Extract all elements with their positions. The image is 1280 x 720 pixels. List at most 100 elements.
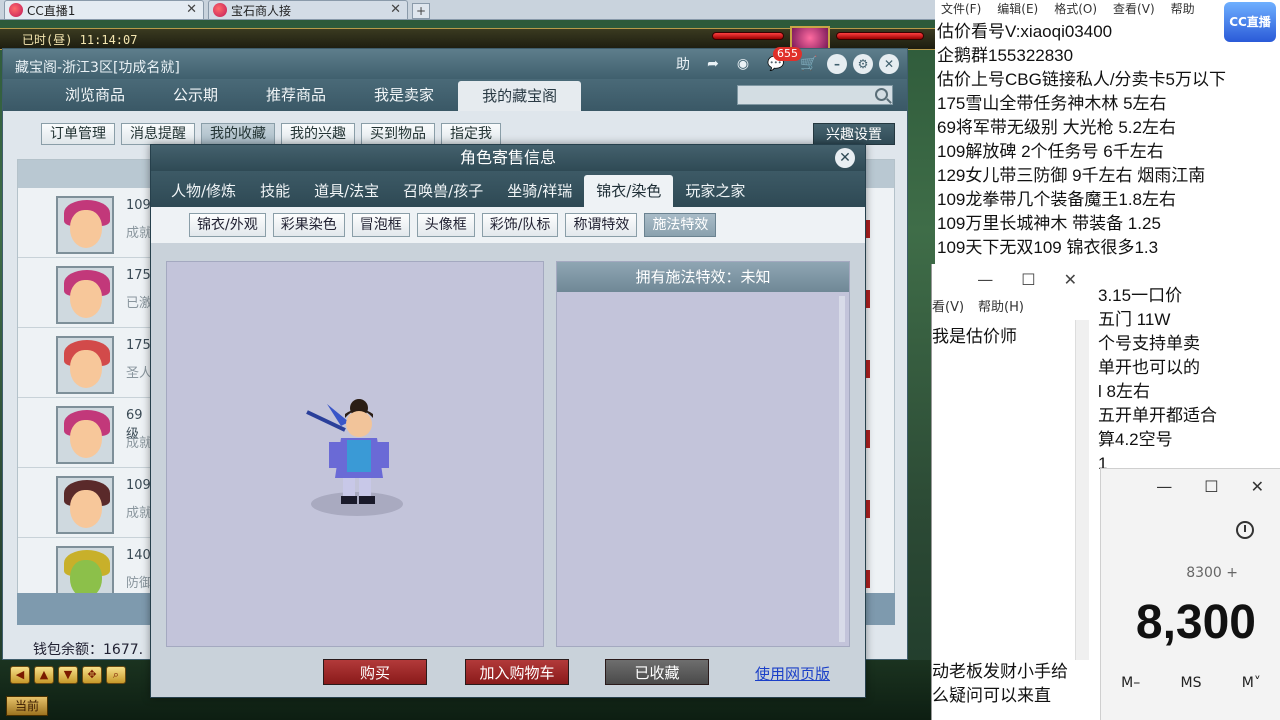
help-button[interactable]: 助	[671, 53, 695, 75]
menu-view[interactable]: 看(V)	[932, 296, 964, 318]
list-item[interactable]: 175 已激	[18, 258, 152, 328]
nav-seller[interactable]: 我是卖家	[350, 79, 458, 111]
text-line: 估价看号V:xiaoqi03400	[937, 22, 1113, 41]
subtab-bubble[interactable]: 冒泡框	[351, 213, 410, 237]
move-icon[interactable]: ✥	[82, 666, 102, 684]
close-icon[interactable]: ✕	[879, 54, 899, 74]
notepad-window-2: — ☐ ✕ 看(V) 帮助(H) 我是估价师 动老板发财小手给 么疑问可以来直	[931, 264, 1089, 720]
tab-purchased[interactable]: 买到物品	[361, 123, 435, 145]
tab-orders[interactable]: 订单管理	[41, 123, 115, 145]
tab-interests[interactable]: 我的兴趣	[281, 123, 355, 145]
maximize-icon[interactable]: ☐	[1204, 477, 1218, 505]
maximize-icon[interactable]: ☐	[1021, 270, 1035, 296]
tab-mounts[interactable]: 坐骑/祥瑞	[495, 175, 584, 207]
close-icon[interactable]: ✕	[835, 148, 855, 168]
arrow-down-icon[interactable]: ▼	[58, 666, 78, 684]
game-clock: 已时(昼) 11:14:07	[22, 33, 138, 47]
text-line: 109天下无双109 锦衣很多1.3	[937, 238, 1159, 257]
close-icon[interactable]: ✕	[1251, 477, 1264, 505]
memory-store-button[interactable]: MS	[1181, 675, 1202, 691]
avatar	[56, 406, 114, 464]
share-icon[interactable]: ➦	[701, 53, 725, 75]
subtab-appearance[interactable]: 锦衣/外观	[189, 213, 266, 237]
tab-home[interactable]: 玩家之家	[673, 175, 757, 207]
menu-format[interactable]: 格式(O)	[1054, 0, 1097, 16]
dialog-actions: 购买 加入购物车 已收藏 使用网页版	[151, 659, 867, 689]
scrollbar[interactable]	[1075, 320, 1089, 660]
interest-settings-button[interactable]: 兴趣设置	[813, 123, 895, 145]
subtab-cast-effect[interactable]: 施法特效	[644, 213, 717, 237]
tab-character[interactable]: 人物/修炼	[159, 175, 248, 207]
cbg-main-nav: 浏览商品 公示期 推荐商品 我是卖家 我的藏宝阁	[3, 79, 907, 111]
nav-browse[interactable]: 浏览商品	[41, 79, 149, 111]
menu-help[interactable]: 帮助	[1171, 0, 1195, 16]
text-line: 么疑问可以来直	[932, 686, 1051, 706]
cast-effect-header: 拥有施法特效：未知	[557, 262, 849, 292]
message-icon[interactable]: 💬 655	[761, 47, 802, 75]
list-item[interactable]: 175 圣人	[18, 328, 152, 398]
avatar	[56, 476, 114, 534]
tab-favorites[interactable]: 我的收藏	[201, 123, 275, 145]
text-line: 个号支持单卖	[1098, 334, 1200, 353]
history-icon[interactable]	[1236, 521, 1254, 539]
list-item[interactable]: 109 成就	[18, 468, 152, 538]
nav-my-cbg[interactable]: 我的藏宝阁	[458, 81, 582, 111]
avatar	[56, 196, 114, 254]
nav-public[interactable]: 公示期	[149, 79, 242, 111]
close-icon[interactable]: ✕	[1064, 270, 1077, 296]
tab-outfits[interactable]: 锦衣/染色	[584, 175, 674, 207]
cc-favicon-icon	[9, 3, 23, 17]
close-icon[interactable]: ✕	[186, 2, 197, 17]
arrow-up-icon[interactable]: ▲	[34, 666, 54, 684]
cbg-title-bar: 藏宝阁-浙江3区[功成名就] 助 ➦ ◉ 💬 655 🛒 – ⚙ ✕	[3, 47, 907, 79]
current-channel-button[interactable]: 当前	[6, 696, 48, 716]
calc-expression: 8300 +	[1186, 565, 1238, 581]
gear-icon[interactable]: ⚙	[853, 54, 873, 74]
minimize-icon[interactable]: —	[977, 270, 993, 296]
memory-minus-button[interactable]: M–	[1121, 675, 1140, 691]
browser-tab-cc[interactable]: CC直播1 ✕	[4, 0, 204, 19]
pet-hp-bar	[712, 32, 784, 40]
close-icon[interactable]: ✕	[390, 2, 401, 17]
text-line: 129女儿带三防御 9千左右 烟雨江南	[937, 166, 1206, 185]
menu-file[interactable]: 文件(F)	[941, 0, 981, 16]
tab-assigned[interactable]: 指定我	[441, 123, 501, 145]
text-line: 175雪山全带任务神木林 5左右	[937, 94, 1167, 113]
add-to-cart-button[interactable]: 加入购物车	[465, 659, 569, 685]
browser-tab-gem[interactable]: 宝石商人接 ✕	[208, 0, 408, 19]
memory-list-button[interactable]: M˅	[1242, 675, 1261, 691]
minimize-icon[interactable]: —	[1156, 477, 1172, 505]
buy-button[interactable]: 购买	[323, 659, 427, 685]
minimize-icon[interactable]: –	[827, 54, 847, 74]
menu-help[interactable]: 帮助(H)	[978, 296, 1024, 318]
tab-pets[interactable]: 召唤兽/孩子	[391, 175, 495, 207]
tab-items[interactable]: 道具/法宝	[302, 175, 391, 207]
subtab-title-effect[interactable]: 称谓特效	[565, 213, 638, 237]
tab-skills[interactable]: 技能	[248, 175, 302, 207]
menu-view[interactable]: 查看(V)	[1113, 0, 1155, 16]
window-controls: — ☐ ✕	[1101, 469, 1280, 505]
search-input[interactable]	[737, 85, 893, 105]
text-line: 我是估价师	[932, 327, 1017, 347]
use-web-version-link[interactable]: 使用网页版	[755, 663, 830, 684]
nav-recommend[interactable]: 推荐商品	[242, 79, 350, 111]
scrollbar[interactable]	[839, 296, 845, 642]
memory-buttons: M– MS M˅	[1101, 675, 1280, 691]
record-icon[interactable]: ◉	[731, 53, 755, 75]
cbg-window-controls: 助 ➦ ◉ 💬 655 🛒 – ⚙ ✕	[671, 47, 899, 75]
subtab-team-badge[interactable]: 彩饰/队标	[481, 213, 559, 237]
collected-button[interactable]: 已收藏	[605, 659, 709, 685]
notepad-text[interactable]: 估价看号V:xiaoqi03400 企鹅群155322830 估价上号CBG链接…	[937, 20, 1226, 260]
menu-edit[interactable]: 编辑(E)	[997, 0, 1038, 16]
subtab-avatar-frame[interactable]: 头像框	[416, 213, 475, 237]
role-sale-info-dialog: 角色寄售信息 ✕ 人物/修炼 技能 道具/法宝 召唤兽/孩子 坐骑/祥瑞 锦衣/…	[150, 144, 866, 698]
search-icon[interactable]	[875, 88, 888, 101]
search-icon[interactable]: ⌕	[106, 666, 126, 684]
list-item[interactable]: 69级 成就	[18, 398, 152, 468]
arrow-left-icon[interactable]: ◀	[10, 666, 30, 684]
list-item[interactable]: 109 成就	[18, 188, 152, 258]
new-tab-button[interactable]: +	[412, 3, 430, 19]
subtab-dye[interactable]: 彩果染色	[272, 213, 345, 237]
tab-messages[interactable]: 消息提醒	[121, 123, 195, 145]
wallet-balance: 钱包余额：1677.	[33, 642, 144, 658]
